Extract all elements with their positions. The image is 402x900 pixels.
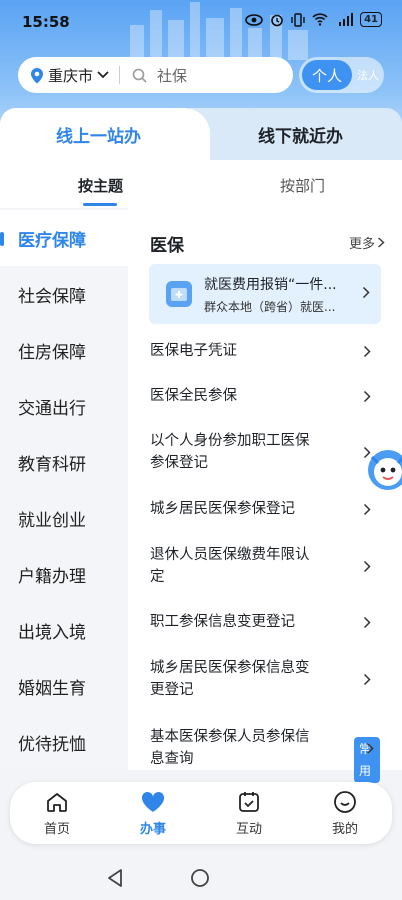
list-item[interactable]: 城乡居民医保参保登记 [150, 498, 380, 520]
nav-home[interactable]: 首页 [27, 790, 87, 837]
more-link[interactable]: 更多 [349, 233, 385, 252]
list-item[interactable]: 基本医保参保人员参保信 息查询 常用 [150, 726, 380, 783]
sidebar-item-education[interactable]: 教育科研 [0, 434, 128, 490]
role-toggle: 个人 法人 [299, 57, 384, 93]
chevron-down-icon [97, 71, 109, 79]
battery-indicator: 41 [360, 12, 382, 27]
smile-icon [334, 791, 356, 813]
list-item[interactable]: 以个人身份参加职工医保 参保登记 [150, 430, 380, 474]
service-tabs: 线上一站办 线下就近办 [0, 108, 402, 160]
tab-by-department[interactable]: 按部门 [280, 175, 325, 196]
tab-online[interactable]: 线上一站办 [56, 122, 141, 147]
chevron-right-icon [363, 345, 371, 358]
alarm-icon [271, 14, 283, 26]
role-personal-button[interactable]: 个人 [302, 60, 352, 90]
calendar-check-icon [239, 792, 259, 812]
city-selector[interactable]: 重庆市 [18, 65, 109, 86]
role-corporate-button[interactable]: 法人 [357, 67, 379, 83]
sidebar-item-transport[interactable]: 交通出行 [0, 378, 128, 434]
featured-title: 就医费用报销“一件... [204, 277, 337, 293]
chevron-right-icon [363, 503, 371, 516]
service-list-panel: 医保 更多 就医费用报销“一件... 群众本地（跨省）就医... 医保电子凭证 … [128, 208, 402, 783]
featured-service-card[interactable]: 就医费用报销“一件... 群众本地（跨省）就医... [149, 264, 381, 324]
location-pin-icon [31, 67, 43, 83]
chevron-right-icon [363, 673, 371, 686]
vibrate-icon [291, 12, 305, 27]
search-divider [119, 66, 121, 84]
list-item[interactable]: 医保电子凭证 [150, 340, 380, 362]
list-item[interactable]: 退休人员医保缴费年限认 定 [150, 544, 380, 588]
tab-offline[interactable]: 线下就近办 [258, 122, 343, 147]
sidebar-item-employment[interactable]: 就业创业 [0, 490, 128, 546]
bottom-navigation: 首页 办事 互动 我的 [10, 782, 392, 844]
medical-card-icon [166, 281, 192, 307]
sidebar-item-household[interactable]: 户籍办理 [0, 546, 128, 602]
nav-profile[interactable]: 我的 [315, 790, 375, 837]
section-title: 医保 [150, 236, 184, 256]
status-time: 15:58 [22, 13, 70, 31]
chevron-right-icon [366, 742, 374, 755]
home-icon [47, 793, 67, 812]
sidebar-item-marriage[interactable]: 婚姻生育 [0, 658, 128, 714]
status-bar: 15:58 41 [0, 0, 402, 44]
nav-interaction[interactable]: 互动 [219, 790, 279, 837]
sidebar-item-preferential[interactable]: 优待抚恤 [0, 714, 128, 770]
nav-services[interactable]: 办事 [123, 790, 183, 837]
sidebar-item-medical[interactable]: 医疗保障 [0, 210, 128, 266]
sub-tabs: 按主题 按部门 [0, 160, 402, 209]
chevron-right-icon [363, 616, 371, 629]
wifi-icon [312, 13, 328, 26]
sidebar-item-social-security[interactable]: 社会保障 [0, 266, 128, 322]
chevron-right-icon [362, 286, 370, 299]
list-item[interactable]: 医保全民参保 [150, 385, 380, 407]
search-icon [132, 68, 147, 83]
search-bar: 重庆市 社保 [18, 57, 293, 93]
list-item[interactable]: 职工参保信息变更登记 [150, 611, 380, 633]
heart-icon [141, 791, 165, 812]
tab-indicator [83, 203, 117, 206]
back-icon[interactable] [106, 868, 124, 888]
chevron-right-icon [363, 560, 371, 573]
sidebar-item-entry-exit[interactable]: 出境入境 [0, 602, 128, 658]
list-item[interactable]: 城乡居民医保参保信息变 更登记 [150, 657, 380, 701]
chevron-right-icon [363, 390, 371, 403]
search-placeholder: 社保 [157, 66, 188, 85]
assistant-mascot-icon[interactable] [366, 445, 402, 495]
featured-subtitle: 群众本地（跨省）就医... [204, 300, 336, 314]
home-circle-icon[interactable] [190, 868, 210, 888]
search-input[interactable]: 社保 [132, 65, 187, 86]
tab-by-topic[interactable]: 按主题 [78, 175, 123, 196]
category-sidebar: 医疗保障 社会保障 住房保障 交通出行 教育科研 就业创业 户籍办理 出境入境 … [0, 208, 128, 770]
sidebar-item-housing[interactable]: 住房保障 [0, 322, 128, 378]
system-navigation-bar [0, 856, 402, 900]
eye-icon [245, 13, 263, 26]
city-label: 重庆市 [48, 66, 94, 85]
signal-5g-icon [339, 13, 354, 26]
chevron-right-icon [378, 237, 385, 248]
